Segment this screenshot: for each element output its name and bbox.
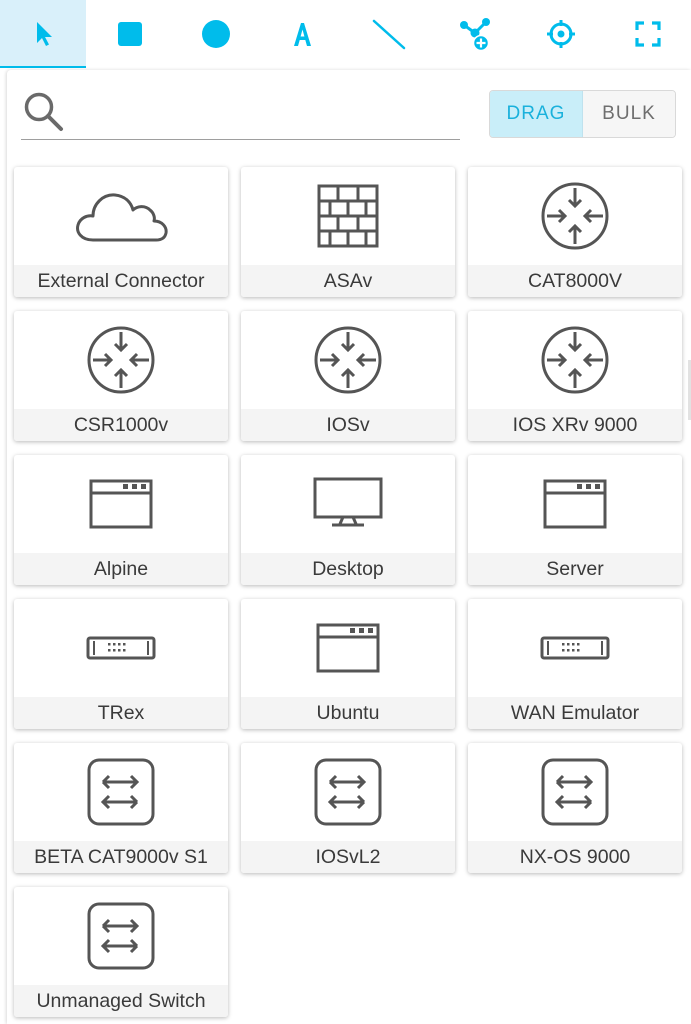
node-icon-area — [14, 167, 228, 265]
node-icon-area — [468, 167, 682, 265]
node-icon-area — [14, 311, 228, 409]
node-icon-area — [14, 887, 228, 985]
fullscreen-icon — [635, 21, 661, 47]
monitor-icon — [313, 477, 383, 527]
node-label: Desktop — [241, 553, 455, 585]
node-card-beta-cat9000v-s1[interactable]: BETA CAT9000v S1 — [14, 743, 228, 873]
select-tool[interactable] — [0, 0, 87, 68]
node-label: Unmanaged Switch — [14, 985, 228, 1017]
node-palette: DRAG BULK External Connector ASAv CAT800… — [7, 70, 691, 1024]
node-label: TRex — [14, 697, 228, 729]
ellipse-tool[interactable] — [173, 0, 259, 68]
node-card-alpine[interactable]: Alpine — [14, 455, 228, 585]
switch-icon — [314, 758, 382, 826]
node-icon-area — [241, 599, 455, 697]
node-card-iosvl2[interactable]: IOSvL2 — [241, 743, 455, 873]
router-icon — [541, 182, 609, 250]
node-icon-area — [14, 599, 228, 697]
router-icon — [541, 326, 609, 394]
center-tool[interactable] — [518, 0, 604, 68]
pointer-arrow-icon — [37, 22, 53, 46]
node-icon-area — [468, 743, 682, 841]
node-icon-area — [241, 311, 455, 409]
letter-a-icon — [294, 23, 312, 46]
firewall-icon — [317, 184, 379, 248]
node-icon-area — [241, 455, 455, 553]
node-label: ASAv — [241, 265, 455, 297]
toolbar — [0, 0, 691, 68]
node-label: External Connector — [14, 265, 228, 297]
node-card-iosv[interactable]: IOSv — [241, 311, 455, 441]
node-label: BETA CAT9000v S1 — [14, 841, 228, 873]
node-card-wan-emulator[interactable]: WAN Emulator — [468, 599, 682, 729]
server-window-icon — [543, 479, 607, 529]
node-add-icon — [460, 18, 491, 51]
node-icon-area — [14, 743, 228, 841]
fit-tool[interactable] — [605, 0, 691, 68]
server-window-icon — [89, 479, 153, 529]
node-label: NX-OS 9000 — [468, 841, 682, 873]
node-icon-area — [468, 311, 682, 409]
node-card-nx-os-9000[interactable]: NX-OS 9000 — [468, 743, 682, 873]
search-input[interactable] — [21, 90, 460, 140]
node-card-unmanaged-switch[interactable]: Unmanaged Switch — [14, 887, 228, 1017]
node-icon-area — [14, 455, 228, 553]
switch-icon — [541, 758, 609, 826]
node-card-asav[interactable]: ASAv — [241, 167, 455, 297]
node-card-ios-xrv-9000[interactable]: IOS XRv 9000 — [468, 311, 682, 441]
node-icon-area — [241, 167, 455, 265]
appliance-icon — [86, 636, 156, 660]
drag-mode-button[interactable]: DRAG — [490, 91, 583, 137]
node-label: IOSv — [241, 409, 455, 441]
node-label: IOS XRv 9000 — [468, 409, 682, 441]
node-card-trex[interactable]: TRex — [14, 599, 228, 729]
node-icon-area — [468, 599, 682, 697]
router-icon — [314, 326, 382, 394]
bulk-mode-button[interactable]: BULK — [583, 91, 675, 137]
node-card-server[interactable]: Server — [468, 455, 682, 585]
node-icon-area — [241, 743, 455, 841]
node-label: CAT8000V — [468, 265, 682, 297]
node-card-external-connector[interactable]: External Connector — [14, 167, 228, 297]
line-tool[interactable] — [346, 0, 432, 68]
node-label: Ubuntu — [241, 697, 455, 729]
search-icon — [24, 92, 63, 131]
rectangle-tool[interactable] — [86, 0, 172, 68]
node-label: IOSvL2 — [241, 841, 455, 873]
node-label: WAN Emulator — [468, 697, 682, 729]
node-label: Server — [468, 553, 682, 585]
server-window-icon — [316, 623, 380, 673]
crosshair-icon — [547, 20, 576, 48]
cloud-icon — [76, 193, 168, 242]
node-card-desktop[interactable]: Desktop — [241, 455, 455, 585]
line-icon — [372, 19, 405, 50]
router-icon — [87, 326, 155, 394]
search-row: DRAG BULK — [7, 70, 691, 160]
node-card-csr1000v[interactable]: CSR1000v — [14, 311, 228, 441]
node-card-ubuntu[interactable]: Ubuntu — [241, 599, 455, 729]
circle-icon — [201, 20, 230, 48]
node-label: CSR1000v — [14, 409, 228, 441]
switch-icon — [87, 902, 155, 970]
node-card-cat8000v[interactable]: CAT8000V — [468, 167, 682, 297]
mode-toggle: DRAG BULK — [489, 90, 676, 138]
node-label: Alpine — [14, 553, 228, 585]
node-icon-area — [468, 455, 682, 553]
appliance-icon — [540, 636, 610, 660]
switch-icon — [87, 758, 155, 826]
square-icon — [117, 22, 142, 46]
node-grid: External Connector ASAv CAT8000V CSR1000… — [14, 167, 684, 1017]
text-tool[interactable] — [259, 0, 345, 68]
add-node-tool[interactable] — [432, 0, 518, 68]
